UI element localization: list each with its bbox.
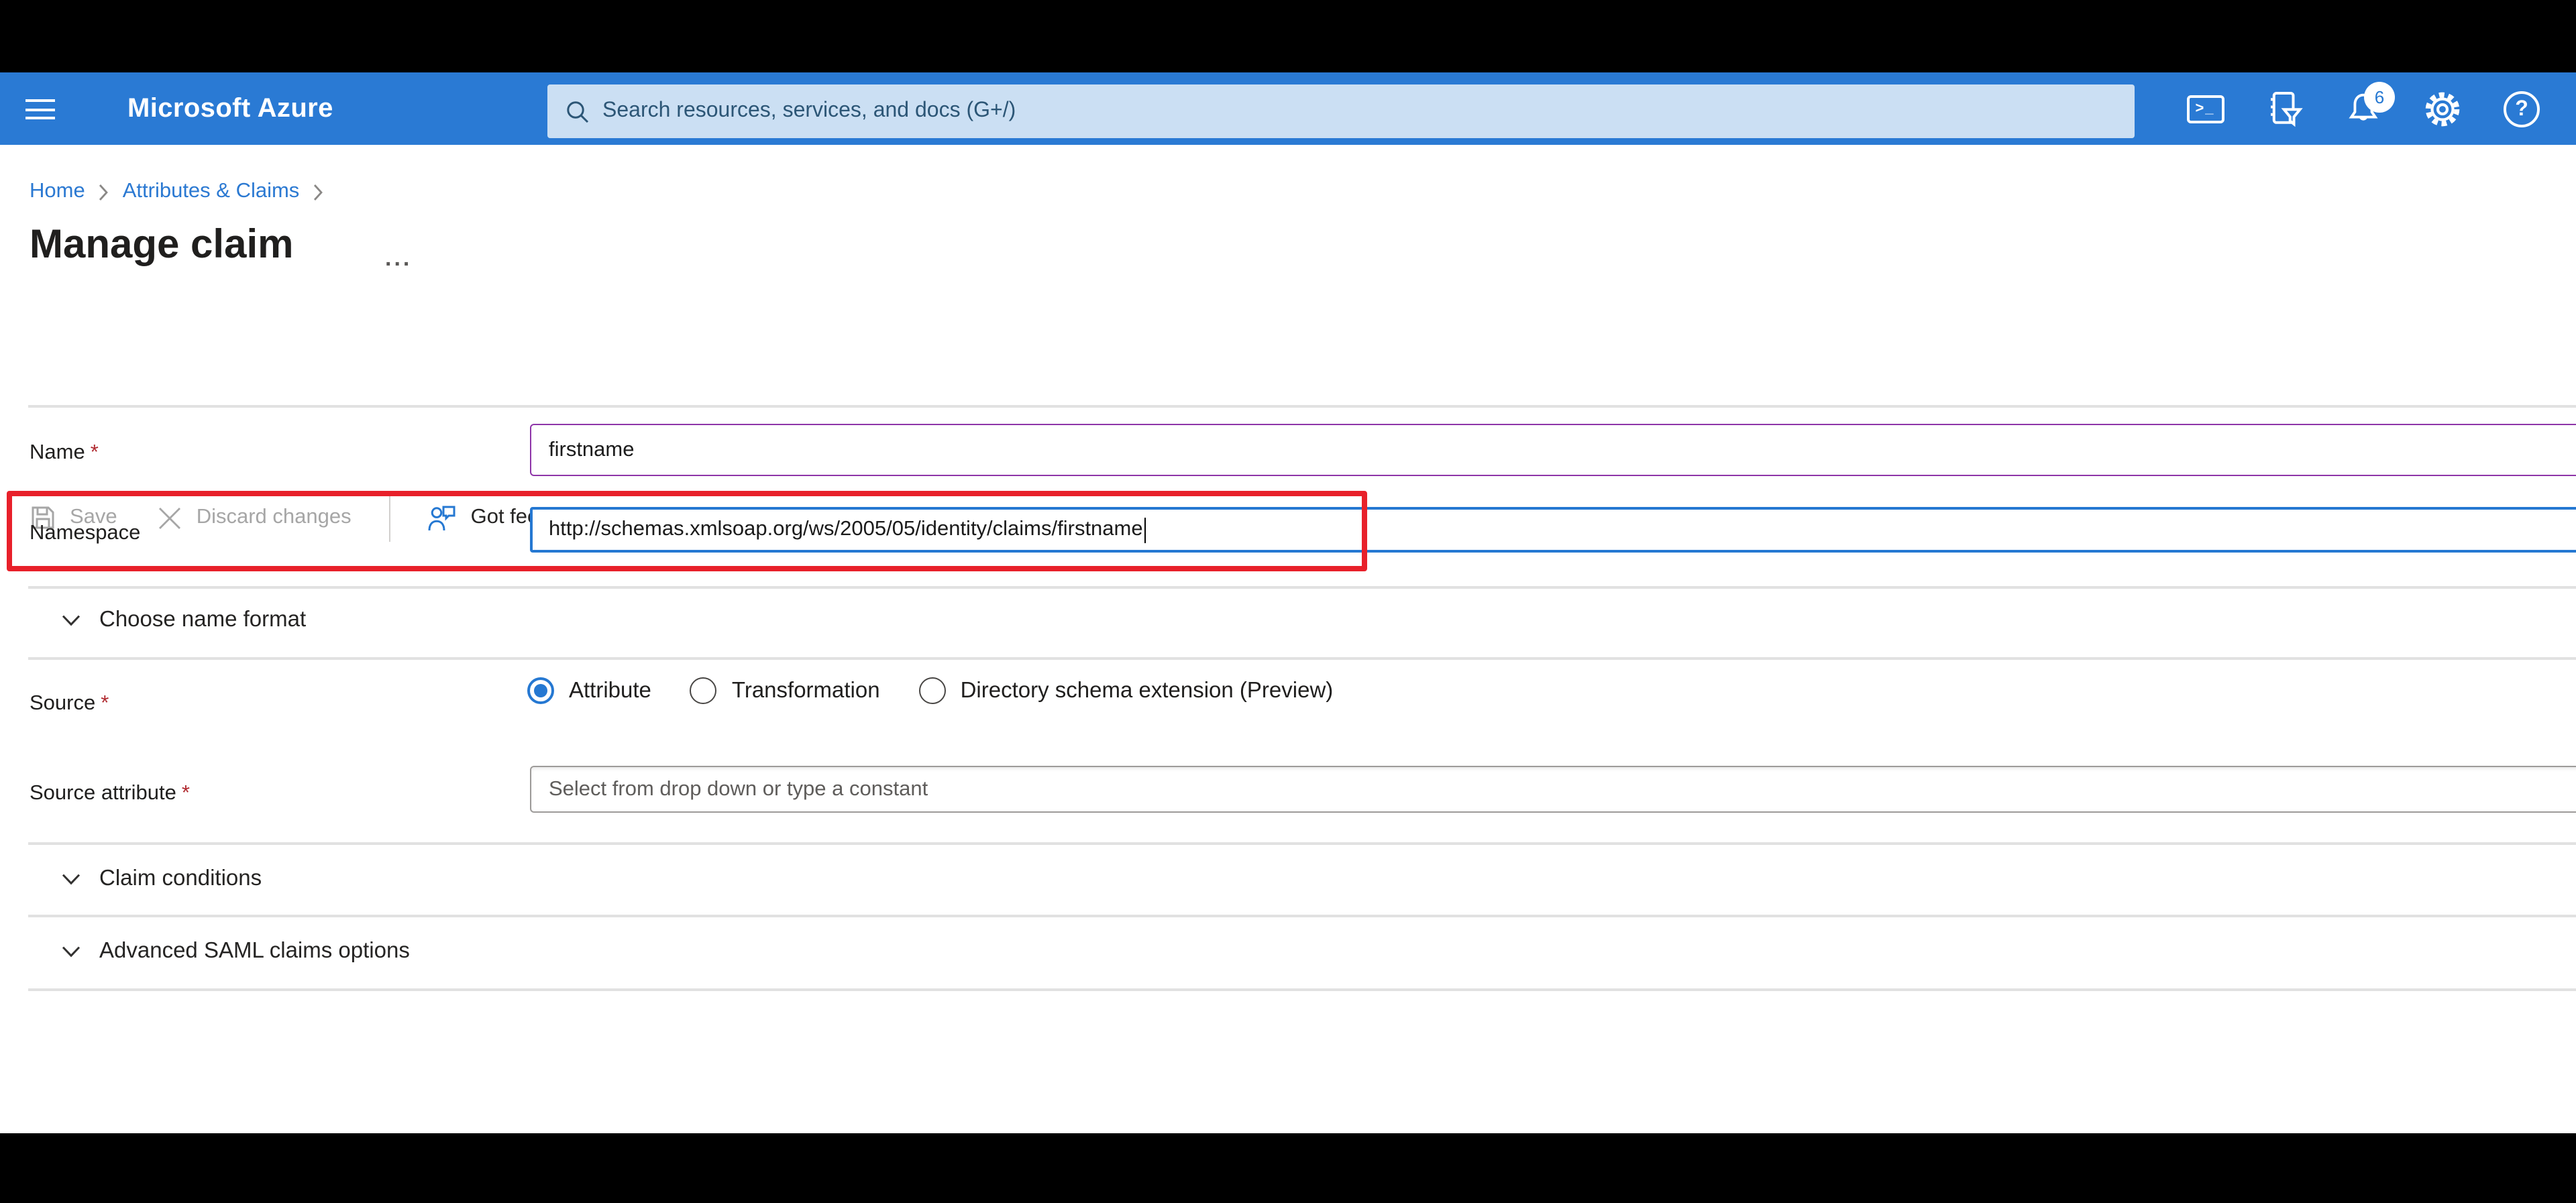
discard-x-icon <box>158 505 183 530</box>
section-divider <box>28 915 2576 917</box>
manage-claim-content: Home Attributes & Claims Manage claim ..… <box>0 145 2576 1133</box>
namespace-field-label: Namespace <box>30 522 141 545</box>
claim-conditions-accordion[interactable]: Claim conditions <box>62 866 262 892</box>
breadcrumb-chevron-icon <box>99 183 109 200</box>
namespace-input[interactable]: http://schemas.xmlsoap.org/ws/2005/05/id… <box>530 507 2576 553</box>
chevron-down-icon <box>62 873 80 885</box>
search-icon <box>567 101 589 123</box>
toolbar-bottom-divider <box>28 405 2576 407</box>
text-cursor <box>1144 517 1146 542</box>
name-field-label: Name * <box>30 441 99 464</box>
radio-unselected-icon <box>690 677 717 704</box>
notification-count-badge: 6 <box>2364 82 2395 113</box>
cloud-shell-icon[interactable]: >_ <box>2179 72 2231 145</box>
chevron-down-icon <box>62 614 80 626</box>
directory-filter-icon[interactable] <box>2258 72 2310 145</box>
breadcrumb-home-link[interactable]: Home <box>30 180 85 204</box>
chevron-down-icon <box>62 946 80 958</box>
help-icon[interactable]: ? <box>2496 72 2548 145</box>
global-search-box[interactable] <box>547 84 2135 138</box>
discard-changes-button[interactable]: Discard changes <box>158 505 352 530</box>
source-attribute-input[interactable] <box>530 766 2576 813</box>
section-divider <box>28 842 2576 844</box>
section-divider <box>28 988 2576 990</box>
section-divider <box>28 586 2576 588</box>
letterbox-top <box>0 0 2576 72</box>
required-asterisk: * <box>181 782 190 805</box>
required-asterisk: * <box>90 441 99 464</box>
feedback-person-icon <box>425 502 458 533</box>
top-navigation-bar: Microsoft Azure >_ <box>0 72 2576 145</box>
radio-attribute[interactable]: Attribute <box>527 677 651 704</box>
choose-name-format-accordion[interactable]: Choose name format <box>62 608 306 633</box>
name-input[interactable] <box>530 424 2576 476</box>
source-field-label: Source * <box>30 692 109 715</box>
title-context-menu-button[interactable]: ... <box>385 245 412 272</box>
notifications-bell-icon[interactable]: 6 <box>2337 72 2395 145</box>
radio-selected-icon <box>527 677 554 704</box>
hamburger-menu-icon[interactable] <box>25 99 55 119</box>
toolbar-divider <box>388 494 390 542</box>
radio-directory-schema-extension[interactable]: Directory schema extension (Preview) <box>918 677 1333 704</box>
azure-portal-page: Microsoft Azure >_ <box>0 0 2576 1203</box>
radio-transformation[interactable]: Transformation <box>690 677 880 704</box>
topbar-icon-group: >_ 6 ? <box>2179 72 2548 145</box>
breadcrumb-attributes-claims-link[interactable]: Attributes & Claims <box>123 180 300 204</box>
search-input[interactable] <box>602 84 2135 138</box>
brand-link[interactable]: Microsoft Azure <box>127 72 333 145</box>
breadcrumb-chevron-icon <box>313 183 323 200</box>
breadcrumb: Home Attributes & Claims <box>30 180 337 204</box>
section-divider <box>28 657 2576 659</box>
source-attribute-field-label: Source attribute * <box>30 782 190 805</box>
source-radio-group: Attribute Transformation Directory schem… <box>527 677 1372 704</box>
page-title: Manage claim <box>30 223 294 267</box>
radio-unselected-icon <box>918 677 946 704</box>
settings-gear-icon[interactable] <box>2416 72 2469 145</box>
required-asterisk: * <box>101 692 109 715</box>
advanced-saml-options-accordion[interactable]: Advanced SAML claims options <box>62 939 410 964</box>
letterbox-bottom <box>0 1133 2576 1203</box>
